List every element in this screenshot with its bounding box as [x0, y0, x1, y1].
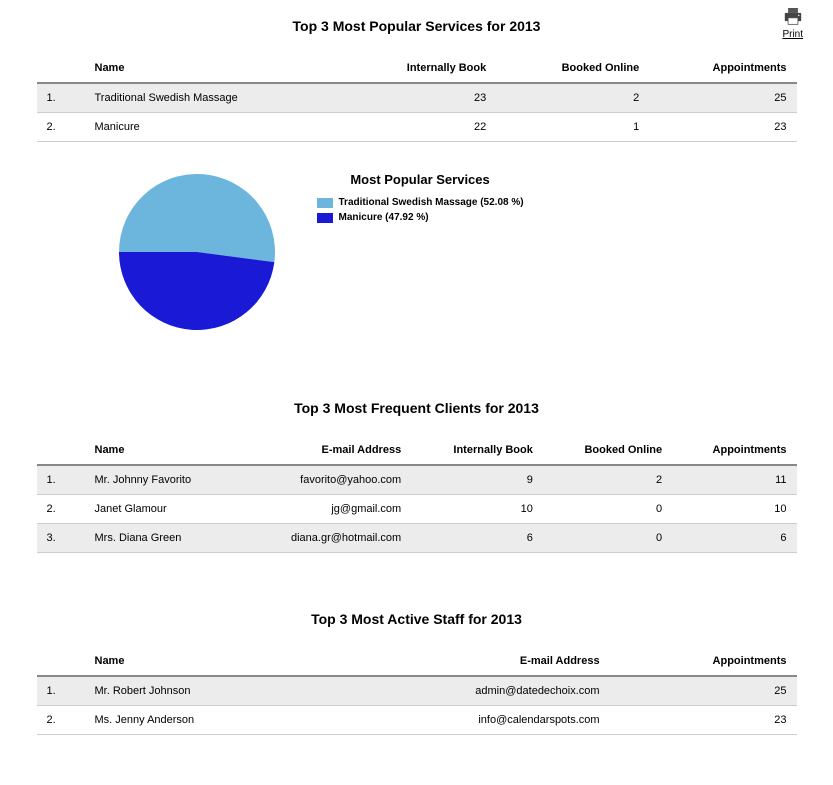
print-button[interactable]: Print — [782, 8, 803, 42]
col-internal: Internally Book — [411, 436, 543, 465]
staff-title: Top 3 Most Active Staff for 2013 — [0, 611, 833, 627]
col-email: E-mail Address — [239, 436, 411, 465]
legend-swatch — [317, 198, 333, 208]
table-row: 2. Manicure 22 1 23 — [37, 113, 797, 142]
col-name: Name — [85, 54, 341, 83]
table-row: 1. Traditional Swedish Massage 23 2 25 — [37, 83, 797, 113]
col-name: Name — [85, 647, 323, 676]
services-table: Name Internally Book Booked Online Appoi… — [37, 54, 797, 142]
legend-swatch — [317, 213, 333, 223]
legend-item: Traditional Swedish Massage (52.08 %) — [317, 197, 524, 208]
table-row: 3. Mrs. Diana Green diana.gr@hotmail.com… — [37, 524, 797, 553]
col-appts: Appointments — [610, 647, 797, 676]
legend-label: Manicure (47.92 %) — [339, 212, 429, 223]
table-row: 1. Mr. Johnny Favorito favorito@yahoo.co… — [37, 465, 797, 495]
col-name: Name — [85, 436, 239, 465]
clients-table: Name E-mail Address Internally Book Book… — [37, 436, 797, 553]
services-title: Top 3 Most Popular Services for 2013 — [0, 18, 833, 34]
col-internal: Internally Book — [340, 54, 496, 83]
col-email: E-mail Address — [323, 647, 610, 676]
print-label: Print — [782, 29, 803, 40]
table-row: 2. Janet Glamour jg@gmail.com 10 0 10 — [37, 495, 797, 524]
col-appts: Appointments — [649, 54, 796, 83]
staff-table: Name E-mail Address Appointments 1. Mr. … — [37, 647, 797, 735]
legend-label: Traditional Swedish Massage (52.08 %) — [339, 197, 524, 208]
services-pie-chart — [117, 172, 277, 332]
col-appts: Appointments — [672, 436, 796, 465]
col-online: Booked Online — [496, 54, 649, 83]
table-row: 1. Mr. Robert Johnson admin@datedechoix.… — [37, 676, 797, 706]
clients-title: Top 3 Most Frequent Clients for 2013 — [0, 400, 833, 416]
col-online: Booked Online — [543, 436, 672, 465]
chart-title: Most Popular Services — [317, 172, 524, 187]
printer-icon — [783, 8, 803, 26]
table-row: 2. Ms. Jenny Anderson info@calendarspots… — [37, 706, 797, 735]
legend-item: Manicure (47.92 %) — [317, 212, 524, 223]
